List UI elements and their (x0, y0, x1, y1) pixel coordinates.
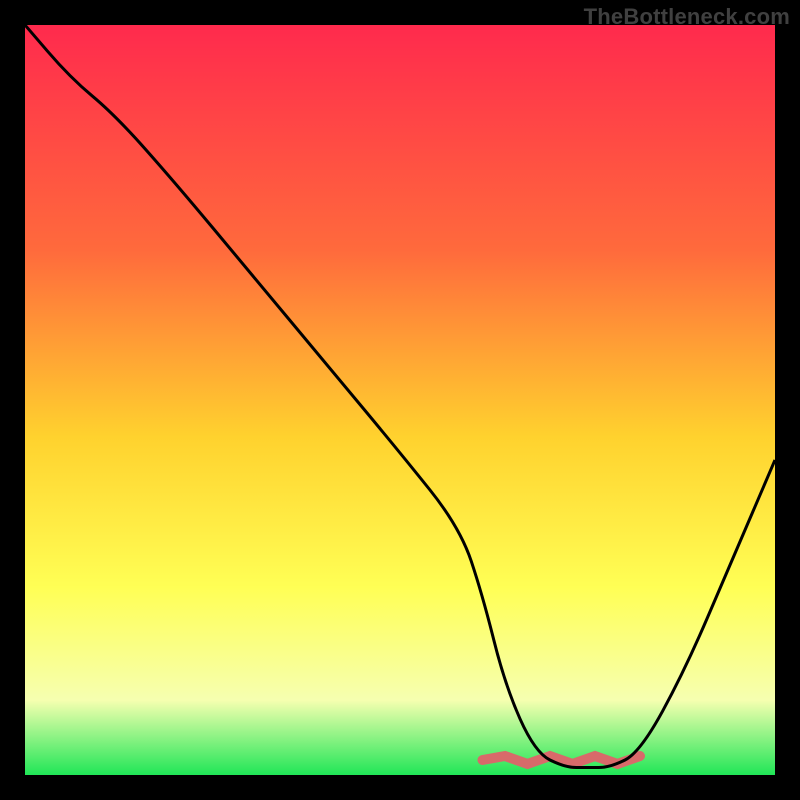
chart-svg (25, 25, 775, 775)
chart-stage: TheBottleneck.com (0, 0, 800, 800)
gradient-background (25, 25, 775, 775)
plot-area (25, 25, 775, 775)
watermark-text: TheBottleneck.com (584, 4, 790, 30)
